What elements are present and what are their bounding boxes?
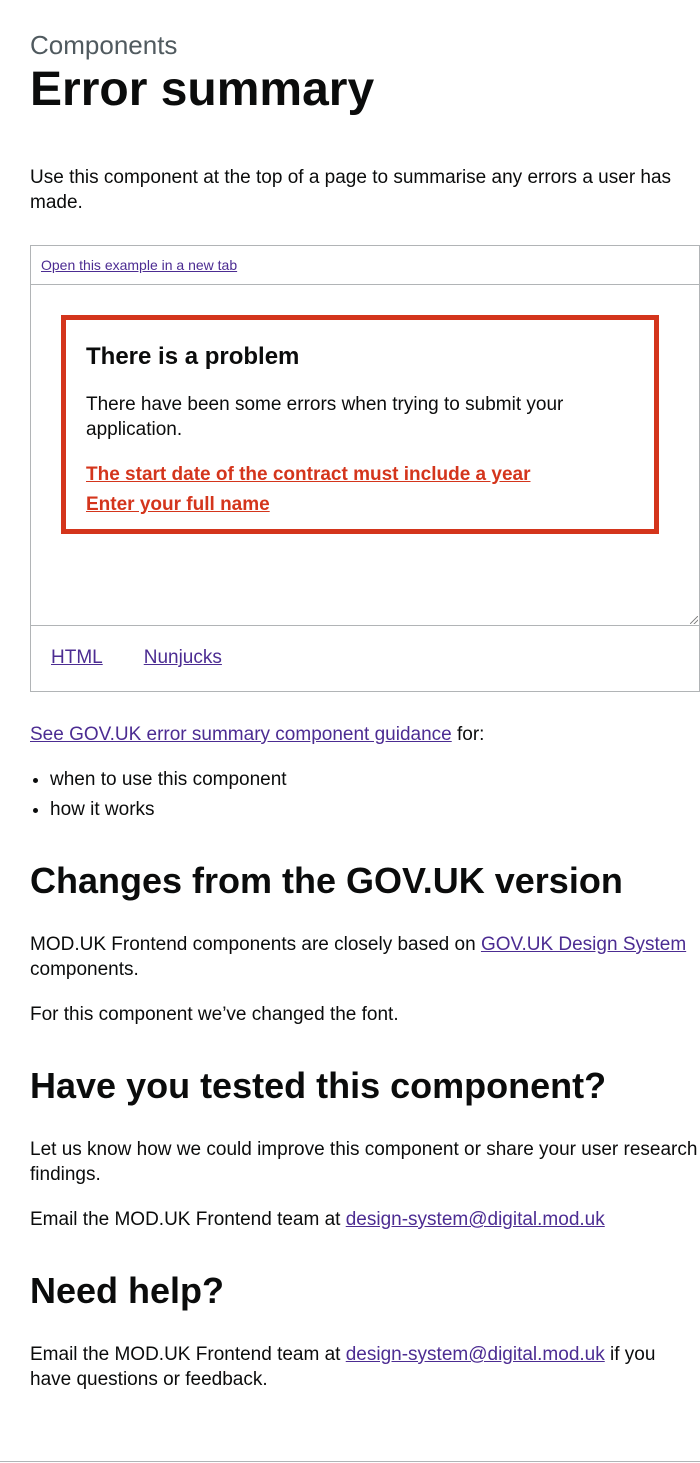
page-caption: Components [30, 30, 178, 60]
lead-paragraph: Use this component at the top of a page … [30, 167, 672, 213]
email-link[interactable]: design-system@digital.mod.uk [346, 1209, 605, 1230]
example-toolbar: Open this example in a new tab [31, 246, 699, 285]
tested-email-text: Email the MOD.UK Frontend team at [30, 1209, 346, 1230]
error-summary-title: There is a problem [86, 343, 300, 370]
list-item: how it works [50, 797, 287, 822]
changes-text-end: components. [30, 959, 139, 980]
changes-text: MOD.UK Frontend components are closely b… [30, 934, 481, 955]
page: Components Error summary Use this compon… [0, 0, 700, 1463]
guidance-paragraph: See GOV.UK error summary component guida… [30, 722, 484, 747]
error-link-start-date[interactable]: The start date of the contract must incl… [86, 464, 531, 485]
help-text: Email the MOD.UK Frontend team at [30, 1344, 346, 1365]
tab-html[interactable]: HTML [51, 647, 103, 669]
error-summary-body: There have been some errors when trying … [86, 394, 564, 440]
example-container: Open this example in a new tab There is … [30, 245, 700, 692]
error-summary-list: The start date of the contract must incl… [86, 462, 634, 517]
guidance-link[interactable]: See GOV.UK error summary component guida… [30, 724, 452, 745]
list-item: when to use this component [50, 767, 287, 792]
open-example-link[interactable]: Open this example in a new tab [41, 257, 237, 273]
tested-paragraph: Let us know how we could improve this co… [30, 1139, 698, 1185]
font-change-paragraph: For this component we’ve changed the fon… [30, 1004, 399, 1025]
footer-divider [0, 1461, 700, 1462]
help-heading: Need help? [30, 1270, 225, 1311]
changes-paragraph: MOD.UK Frontend components are closely b… [30, 932, 698, 982]
tested-email-paragraph: Email the MOD.UK Frontend team at design… [30, 1207, 698, 1232]
list-item: Enter your full name [86, 492, 634, 517]
help-paragraph: Email the MOD.UK Frontend team at design… [30, 1342, 670, 1392]
tested-heading: Have you tested this component? [30, 1065, 607, 1106]
code-tabs: HTML Nunjucks [31, 626, 699, 690]
changes-heading: Changes from the GOV.UK version [30, 860, 623, 901]
guidance-list: when to use this component how it works [30, 767, 287, 827]
resize-handle-icon[interactable] [690, 616, 698, 624]
example-frame: There is a problem There have been some … [31, 285, 699, 626]
error-summary: There is a problem There have been some … [61, 315, 659, 534]
error-link-full-name[interactable]: Enter your full name [86, 494, 270, 515]
govuk-design-system-link[interactable]: GOV.UK Design System [481, 934, 686, 955]
tab-nunjucks[interactable]: Nunjucks [144, 647, 222, 669]
list-item: The start date of the contract must incl… [86, 462, 634, 487]
help-email-link[interactable]: design-system@digital.mod.uk [346, 1344, 605, 1365]
page-title: Error summary [30, 63, 375, 116]
guidance-suffix: for: [451, 724, 485, 745]
